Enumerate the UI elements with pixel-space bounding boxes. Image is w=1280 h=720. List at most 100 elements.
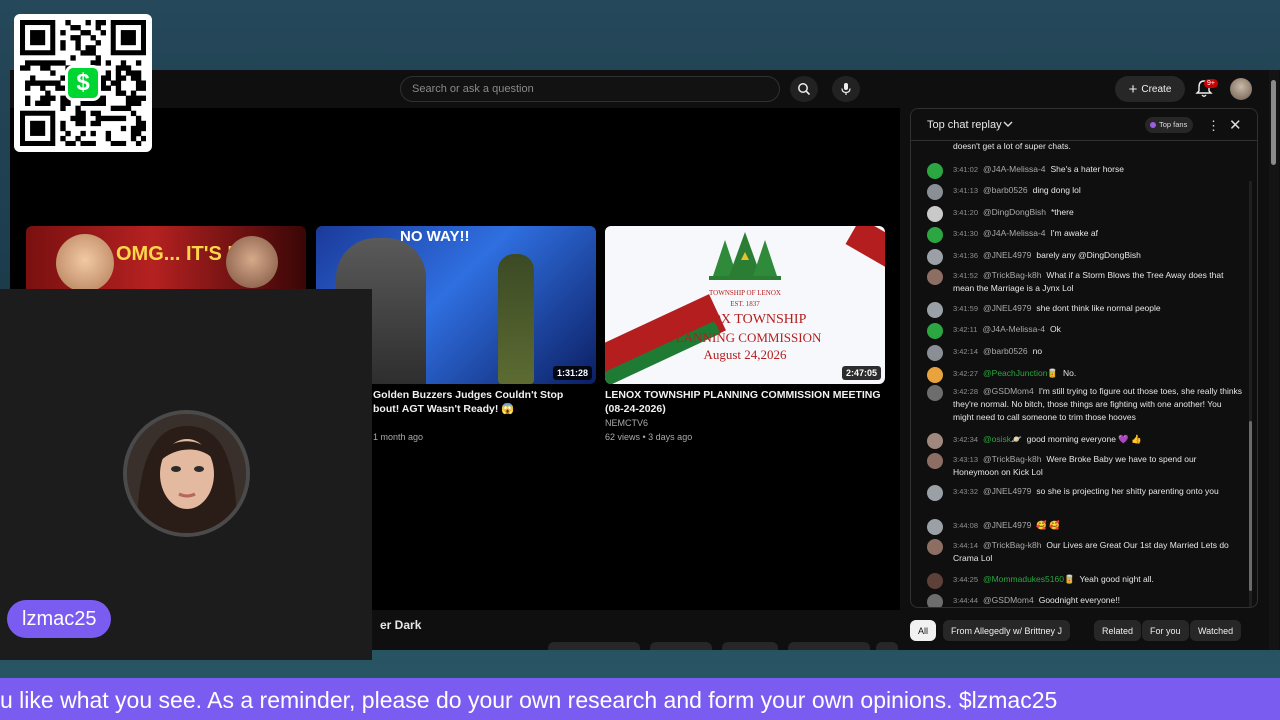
chat-timestamp: 3:43:13 <box>953 455 979 464</box>
chat-author-avatar[interactable] <box>927 249 943 265</box>
chat-author-avatar[interactable] <box>927 302 943 318</box>
chat-message: 3:41:52 @TrickBag-k8h What if a Storm Blow… <box>927 269 1243 295</box>
chat-author-name[interactable]: @TrickBag-k8h <box>983 540 1041 550</box>
chat-scroll-thumb[interactable] <box>1249 421 1252 591</box>
chip-label: For you <box>1150 625 1181 636</box>
chat-author-avatar[interactable] <box>927 433 943 449</box>
action-button[interactable] <box>788 642 870 650</box>
chat-timestamp: 3:43:32 <box>953 487 979 496</box>
microphone-icon <box>841 83 851 95</box>
chip-all[interactable]: All <box>910 620 937 641</box>
action-button[interactable] <box>876 642 898 650</box>
chevron-down-icon[interactable] <box>1003 120 1013 128</box>
chat-timestamp: 3:42:11 <box>953 325 978 334</box>
chat-message-text: Ok <box>1049 324 1061 334</box>
chat-message: 3:44:44 @GSDMom4 Goodnight everyone!! <box>927 594 1243 607</box>
chip-for-you[interactable]: For you <box>1142 620 1189 641</box>
chat-author-avatar[interactable] <box>927 206 943 222</box>
video-title[interactable]: LENOX TOWNSHIP PLANNING COMMISSION MEETI… <box>605 388 881 416</box>
chip-from-channel[interactable]: From Allegedly w/ Brittney J <box>943 620 1071 641</box>
chat-message: 3:41:30 @J4A-Melissa-4 I'm awake af <box>927 227 1243 243</box>
chat-author-name[interactable]: @J4A-Melissa-4 <box>982 324 1044 334</box>
search-placeholder: Search or ask a question <box>412 83 534 95</box>
chat-author-name[interactable]: @Mommadukes5160🥫 <box>983 574 1075 584</box>
close-icon[interactable]: ✕ <box>1229 116 1242 134</box>
chip-watched[interactable]: Watched <box>1190 620 1242 641</box>
chat-author-avatar[interactable] <box>927 453 943 469</box>
video-meta: 1 month ago <box>373 432 424 442</box>
chat-author-avatar[interactable] <box>927 573 943 589</box>
chat-author-name[interactable]: @barb0526 <box>983 346 1028 356</box>
chat-message: 3:42:34 @osisk🪐 good morning everyone 💜 👍 <box>927 433 1243 449</box>
chat-message: 3:41:59 @JNEL4979 she dont think like norm… <box>927 302 1243 318</box>
chat-author-name[interactable]: @J4A-Melissa-4 <box>983 164 1045 174</box>
chat-author-avatar[interactable] <box>927 345 943 361</box>
plus-icon: + <box>1128 80 1138 98</box>
chat-author-avatar[interactable] <box>927 184 943 200</box>
chat-message: 3:41:02 @J4A-Melissa-4 She's a hater horse <box>927 163 1243 179</box>
chat-author-name[interactable]: @PeachJunction🥫 <box>983 368 1058 378</box>
page-scroll-thumb[interactable] <box>1271 80 1276 165</box>
chat-message: 3:42:27 @PeachJunction🥫 No. <box>927 367 1243 383</box>
chat-author-avatar[interactable] <box>927 385 943 401</box>
chat-author-avatar[interactable] <box>927 163 943 179</box>
chip-related[interactable]: Related <box>1094 620 1142 641</box>
chat-author-name[interactable]: @TrickBag-k8h <box>983 454 1041 464</box>
chat-author-avatar[interactable] <box>927 539 943 555</box>
chip-label: From Allegedly w/ Brittney J <box>951 625 1063 636</box>
chat-author-name[interactable]: @osisk🪐 <box>983 434 1022 444</box>
chat-author-avatar[interactable] <box>927 227 943 243</box>
action-button[interactable] <box>722 642 778 650</box>
thumbnail-line: PLANNING COMMISSION <box>668 330 822 345</box>
action-button[interactable] <box>650 642 712 650</box>
chat-author-name[interactable]: @GSDMom4 <box>983 595 1034 605</box>
chat-message: 3:41:36 @JNEL4979 barely any @DingDongBish <box>927 249 1243 265</box>
search-button[interactable] <box>790 76 818 102</box>
chat-timestamp: 3:44:08 <box>953 521 979 530</box>
chat-message-text: no <box>1032 346 1043 356</box>
chat-author-avatar[interactable] <box>927 485 943 501</box>
chat-author-name[interactable]: @GSDMom4 <box>983 386 1034 396</box>
thumbnail-face <box>56 234 114 292</box>
create-label: Create <box>1141 83 1172 95</box>
thumbnail-caption: NO WAY!! <box>400 228 470 245</box>
more-options-icon[interactable]: ⋮ <box>1207 118 1220 134</box>
thumbnail-line: TOWNSHIP OF LENOX <box>709 289 781 297</box>
chat-message-text: No. <box>1063 368 1077 378</box>
chat-message-text: Yeah good night all. <box>1079 574 1154 584</box>
chat-message-text: Goodnight everyone!! <box>1038 595 1120 605</box>
search-input[interactable]: Search or ask a question <box>400 76 780 102</box>
chip-label: All <box>918 625 929 636</box>
top-fans-icon <box>1150 122 1156 128</box>
chat-message-text: good morning everyone 💜 👍 <box>1026 434 1142 444</box>
video-title-line: Golden Buzzers Judges Couldn't Stop <box>373 389 564 401</box>
voice-search-button[interactable] <box>832 76 860 102</box>
chat-author-name[interactable]: @J4A-Melissa-4 <box>983 228 1045 238</box>
video-channel[interactable]: NEMCTV6 <box>605 418 648 428</box>
account-avatar[interactable] <box>1230 78 1252 100</box>
chat-author-avatar[interactable] <box>927 367 943 383</box>
video-title[interactable]: Golden Buzzers Judges Couldn't Stop bout… <box>373 388 563 416</box>
chat-author-name[interactable]: @TrickBag-k8h <box>983 270 1041 280</box>
top-fans-button[interactable]: Top fans <box>1145 117 1194 133</box>
chat-author-avatar[interactable] <box>927 519 943 535</box>
chat-author-name[interactable]: @DingDongBish <box>983 207 1046 217</box>
video-duration: 1:31:28 <box>552 366 592 380</box>
streamer-name: lzmac25 <box>22 607 97 630</box>
chat-author-avatar[interactable] <box>927 323 943 339</box>
chat-author-avatar[interactable] <box>927 269 943 285</box>
thumbnail-person <box>498 254 534 384</box>
chat-author-name[interactable]: @JNEL4979 <box>983 303 1031 313</box>
chat-author-name[interactable]: @barb0526 <box>983 185 1028 195</box>
chat-timestamp: 3:44:25 <box>953 575 979 584</box>
chat-author-name[interactable]: @JNEL4979 <box>983 520 1031 530</box>
chat-mode-dropdown[interactable]: Top chat replay <box>927 119 1002 131</box>
chat-timestamp: 3:42:14 <box>953 347 979 356</box>
chat-author-name[interactable]: @JNEL4979 <box>983 250 1031 260</box>
chat-author-name[interactable]: @JNEL4979 <box>983 486 1031 496</box>
create-button[interactable]: + Create <box>1115 76 1185 102</box>
action-button[interactable] <box>548 642 640 650</box>
streamer-portrait <box>127 414 246 533</box>
video-thumbnail[interactable]: TOWNSHIP OF LENOX EST. 1837 LENOX TOWNSH… <box>605 226 885 384</box>
chat-author-avatar[interactable] <box>927 594 943 607</box>
